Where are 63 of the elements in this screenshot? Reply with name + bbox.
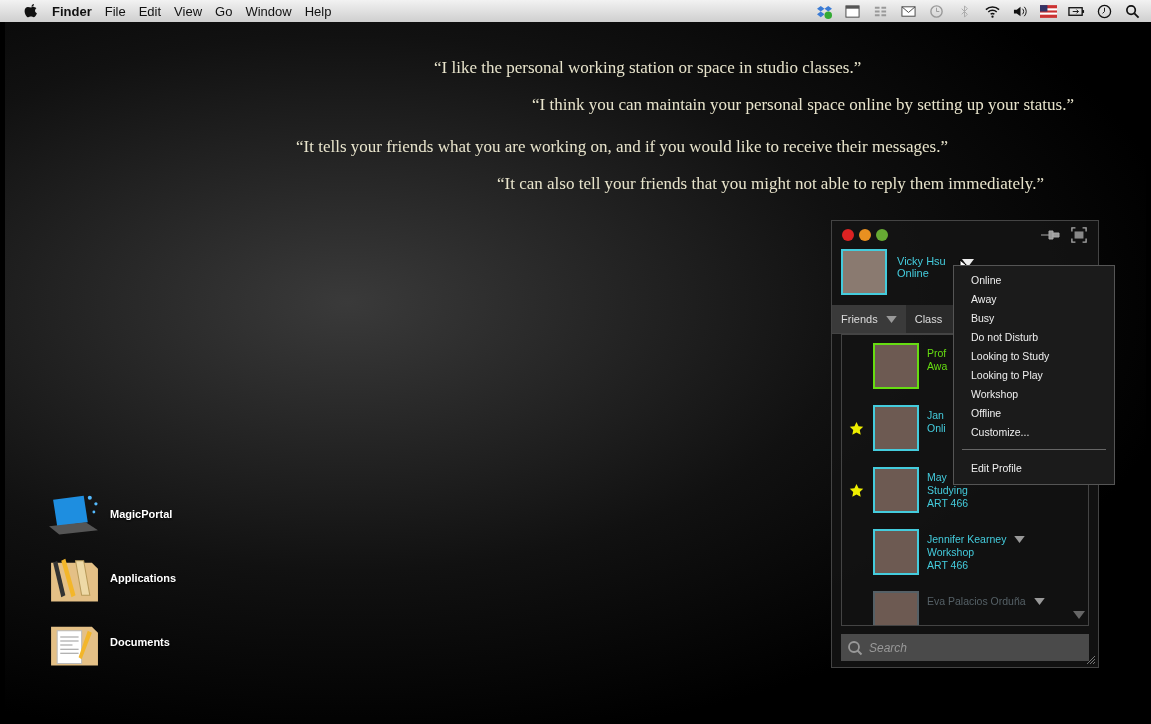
friend-course: ART 466: [927, 559, 970, 572]
mail-icon[interactable]: [900, 3, 917, 19]
quote-text: “It tells your friends what you are working on, and if you would like to receive their messages.”: [296, 137, 949, 157]
menu-item[interactable]: Looking to Study: [962, 347, 1106, 366]
menu-item[interactable]: Edit: [138, 3, 162, 19]
friend-status: Studying: [927, 484, 969, 497]
desktop-icon-label[interactable]: Applications: [110, 572, 176, 584]
friend-name[interactable]: Jan: [927, 409, 944, 422]
menu-item[interactable]: Online: [962, 271, 1106, 290]
avatar-placeholder[interactable]: [873, 343, 919, 389]
menu-item[interactable]: Do not Disturb: [962, 328, 1106, 347]
quote-text: “It can also tell your friends that you might not able to reply them immediately.”: [497, 174, 1045, 194]
menu-item[interactable]: Workshop: [962, 385, 1106, 404]
pin-icon[interactable]: [1041, 227, 1061, 243]
caret-icon[interactable]: [1014, 536, 1026, 543]
avatar-placeholder: [841, 249, 887, 295]
resize-grip-icon[interactable]: [1086, 655, 1096, 665]
clock-icon[interactable]: [1096, 3, 1113, 19]
tab[interactable]: Friends: [832, 305, 906, 333]
friend-status: Workshop: [927, 546, 976, 559]
quote-text: “I like the personal working station or space in studio classes.”: [434, 58, 863, 78]
friend-name[interactable]: Prof: [927, 347, 947, 360]
dropbox-icon[interactable]: [816, 3, 833, 19]
avatar-placeholder[interactable]: [873, 467, 919, 513]
search-icon[interactable]: [1124, 3, 1141, 19]
caret-icon[interactable]: [961, 259, 974, 267]
menu-item[interactable]: Help: [304, 3, 332, 19]
tab[interactable]: Class: [905, 305, 952, 333]
friend-course: ART 466: [927, 497, 969, 510]
calendar-icon[interactable]: [844, 3, 861, 19]
menu-item[interactable]: Busy: [962, 309, 1106, 328]
flag-icon[interactable]: [1040, 3, 1057, 19]
apple-icon[interactable]: [24, 3, 38, 19]
star-icon[interactable]: [848, 483, 864, 498]
caret-icon[interactable]: [1033, 598, 1045, 605]
menu-item[interactable]: Offline: [962, 404, 1106, 423]
menu-item[interactable]: Looking to Play: [962, 366, 1106, 385]
quote-text: “I think you can maintain your personal space online by setting up your status.”: [532, 95, 1075, 115]
friend-status: Onli: [927, 422, 946, 435]
user-status: Online: [897, 267, 930, 279]
menu-item[interactable]: Finder: [52, 3, 92, 19]
user-name: Vicky Hsu: [897, 255, 946, 267]
menu-item[interactable]: Go: [215, 3, 233, 19]
avatar-placeholder[interactable]: [873, 529, 919, 575]
friend-name[interactable]: May: [927, 471, 947, 484]
avatar-placeholder[interactable]: [873, 405, 919, 451]
friend-status: Awa: [927, 360, 948, 373]
star-icon[interactable]: [848, 421, 864, 436]
search-field[interactable]: Search: [841, 634, 1089, 661]
menu-item[interactable]: Away: [962, 290, 1106, 309]
desktop-icon-label[interactable]: MagicPortal: [110, 508, 173, 520]
menu-item[interactable]: File: [104, 3, 126, 19]
wifi-icon[interactable]: [984, 3, 1001, 19]
search-icon: [847, 640, 863, 656]
scroll-down-icon[interactable]: [1073, 611, 1085, 619]
menu-item[interactable]: Edit Profile: [962, 459, 1106, 478]
window-controls-icon[interactable]: [841, 228, 891, 242]
menu-item[interactable]: Window: [245, 3, 292, 19]
menu-item[interactable]: Customize...: [962, 423, 1106, 442]
menu-item[interactable]: View: [174, 3, 203, 19]
friend-name[interactable]: Jennifer Kearney: [927, 533, 1007, 546]
desktop-icon-label[interactable]: Documents: [110, 636, 170, 648]
fullscreen-icon[interactable]: [1069, 227, 1089, 243]
